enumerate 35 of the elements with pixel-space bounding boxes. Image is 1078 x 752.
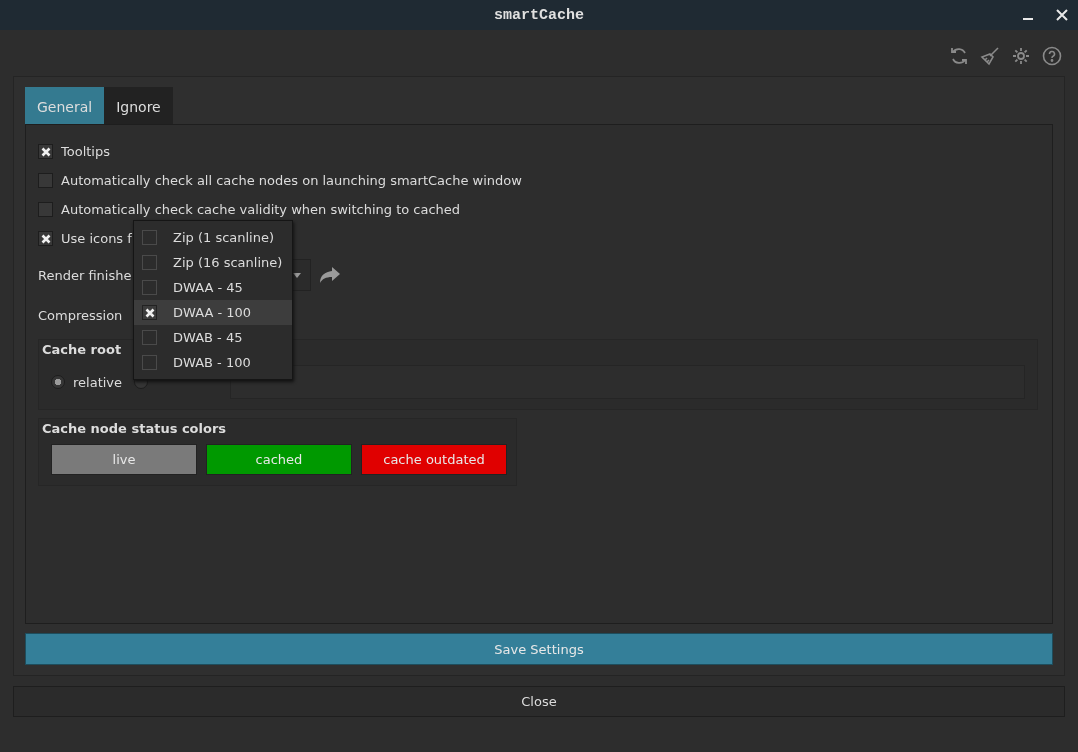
close-button[interactable]: Close [13, 686, 1065, 717]
checkbox-label: Automatically check cache validity when switching to cached [61, 202, 461, 217]
checkbox-label: Use icons f [61, 231, 132, 246]
radio-label: relative [73, 374, 123, 390]
menu-item[interactable]: DWAA - 100 [134, 300, 292, 325]
window-title: smartCache [494, 6, 584, 24]
broom-icon[interactable] [980, 46, 1000, 66]
caret-icon [293, 273, 301, 278]
save-settings-button[interactable]: Save Settings [25, 633, 1053, 665]
close-icon[interactable] [1056, 9, 1068, 21]
compression-label: Compression [38, 307, 123, 323]
render-label: Render finishe [38, 267, 133, 283]
menu-item[interactable]: DWAB - 100 [134, 350, 292, 375]
checkbox[interactable] [38, 231, 53, 246]
menu-item[interactable]: DWAB - 45 [134, 325, 292, 350]
menu-item[interactable]: Zip (16 scanline) [134, 250, 292, 275]
checkbox-label: Tooltips [61, 144, 110, 159]
settings-icon[interactable] [1011, 46, 1031, 66]
radio-button[interactable] [51, 375, 65, 389]
menu-item[interactable]: Zip (1 scanline) [134, 225, 292, 250]
group-title: Cache root [42, 342, 122, 357]
color-swatch-button[interactable]: cache outdated [361, 444, 507, 475]
tab[interactable]: General [25, 87, 105, 126]
menu-item[interactable]: DWAA - 45 [134, 275, 292, 300]
group-title: Cache node status colors [42, 421, 227, 436]
checkbox-label: Automatically check all cache nodes on launching smartCache window [61, 173, 522, 188]
refresh-icon[interactable] [949, 46, 969, 66]
checkbox[interactable] [38, 202, 53, 217]
forward-arrow-icon[interactable] [319, 266, 341, 284]
color-swatch-button[interactable]: live [51, 444, 197, 475]
path-field[interactable] [230, 365, 1025, 399]
checkbox[interactable] [38, 173, 53, 188]
help-icon[interactable] [1042, 46, 1062, 66]
tab[interactable]: Ignore [104, 87, 173, 126]
checkbox[interactable] [38, 144, 53, 159]
